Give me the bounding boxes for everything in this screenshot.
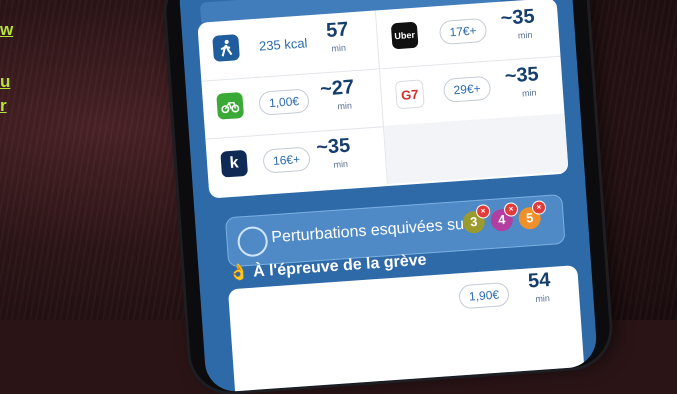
walk-calories: 235 kcal (258, 35, 308, 54)
g7-unit: min (521, 87, 537, 99)
uber-time: ~35 (499, 5, 536, 30)
smartphone: 235 kcal 57 min Uber 17€+ ~35 min 1,00€ … (163, 0, 613, 394)
route-unit: min (535, 293, 551, 305)
uber-unit: min (517, 29, 533, 41)
walk-time: 57 (325, 18, 350, 42)
kapten-time: ~35 (315, 134, 351, 159)
walk-unit: min (331, 42, 347, 54)
walking-person-icon (212, 34, 240, 62)
line-4-label: 4 (497, 211, 506, 228)
g7-logo: G7 (394, 79, 425, 110)
route-time: 54 (527, 268, 552, 293)
kapten-logo-text: k (229, 154, 240, 173)
strike-route-card[interactable]: 1,90€ 54 min (227, 265, 586, 394)
left-line-3: r (0, 96, 7, 115)
kapten-logo: k (220, 149, 249, 178)
route-price: 1,90€ (458, 281, 510, 310)
uber-price: 17€+ (438, 17, 488, 46)
kapten-price: 16€+ (262, 146, 311, 174)
option-kapten[interactable]: k 16€+ ~35 min (205, 126, 388, 197)
uber-logo: Uber (390, 21, 419, 50)
close-icon: × (531, 200, 547, 216)
transport-options-grid: 235 kcal 57 min Uber 17€+ ~35 min 1,00€ … (197, 0, 569, 199)
close-icon: × (475, 203, 491, 219)
g7-logo-text: G7 (400, 86, 419, 103)
metro-line-badge-5: 5 × (517, 200, 547, 230)
left-line-2: u (0, 72, 11, 91)
empty-cell (383, 113, 569, 185)
bike-unit: min (337, 100, 353, 112)
metro-line-badge-3: 3 × (462, 203, 491, 234)
velib-bike-icon (216, 91, 245, 120)
disruption-icon (236, 225, 269, 258)
close-icon: × (503, 202, 519, 217)
g7-price: 29€+ (442, 75, 492, 103)
kapten-unit: min (333, 158, 349, 170)
bike-time: ~27 (319, 76, 355, 101)
bike-price: 1,00€ (258, 88, 310, 116)
metro-line-badge-4: 4 × (490, 202, 519, 232)
g7-time: ~35 (504, 63, 540, 88)
line-3-label: 3 (469, 213, 478, 230)
hand-emoji-icon: 👌 (228, 263, 250, 283)
line-5-label: 5 (525, 210, 534, 226)
uber-logo-text: Uber (394, 29, 416, 42)
phone-screen: 235 kcal 57 min Uber 17€+ ~35 min 1,00€ … (177, 0, 599, 394)
left-line-1: w (0, 20, 14, 39)
banner-text: Perturbations esquivées sur (270, 215, 470, 247)
left-edge-text: w u r (0, 18, 13, 118)
